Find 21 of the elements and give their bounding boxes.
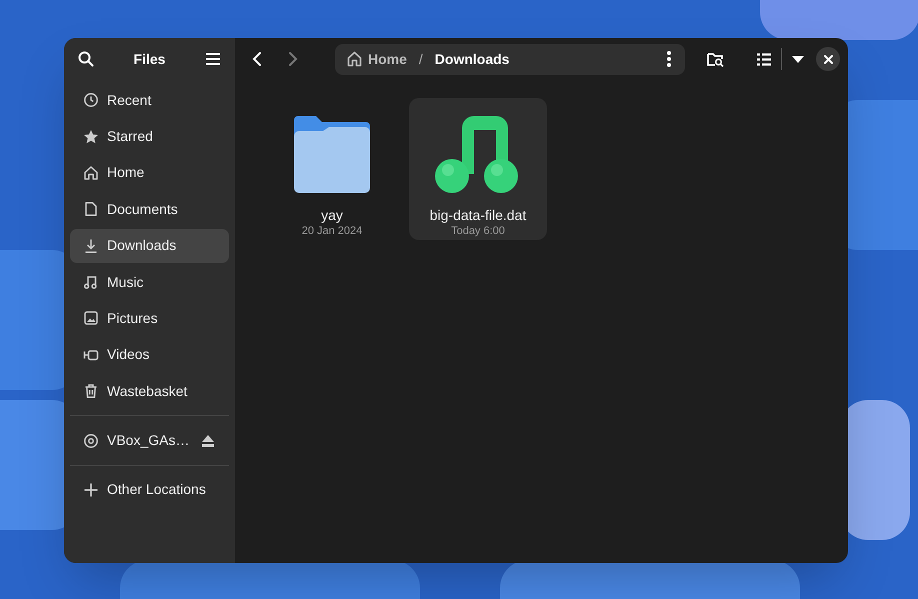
file-tile[interactable]: yay 20 Jan 2024 [263, 98, 401, 240]
sidebar-item[interactable]: Pictures [70, 301, 229, 336]
file-date: 20 Jan 2024 [302, 224, 362, 238]
sidebar-item[interactable]: Starred [70, 120, 229, 154]
sidebar-item[interactable]: Home [70, 156, 229, 190]
file-name: big-data-file.dat [430, 206, 526, 224]
file-date: Today 6:00 [451, 224, 505, 238]
path-segment[interactable]: Downloads [434, 48, 510, 70]
sidebar-item[interactable]: Videos [70, 338, 229, 372]
file-name: yay [321, 206, 343, 224]
sidebar-item[interactable]: Music [70, 265, 229, 300]
file-tile[interactable]: big-data-file.dat Today 6:00 [409, 98, 547, 240]
path-segment[interactable]: Home [368, 48, 407, 70]
window-title: Files [134, 50, 166, 68]
sidebar-item[interactable]: Downloads [70, 228, 229, 263]
sidebar-item[interactable]: Documents [70, 192, 229, 226]
sidebar-item[interactable]: Recent [70, 83, 229, 118]
sidebar-item[interactable]: Other Locations [70, 472, 229, 507]
sidebar-item[interactable]: VBox_GAs… [70, 424, 229, 458]
path-separator: / [418, 50, 423, 68]
sidebar-item[interactable]: Wastebasket [70, 374, 229, 408]
